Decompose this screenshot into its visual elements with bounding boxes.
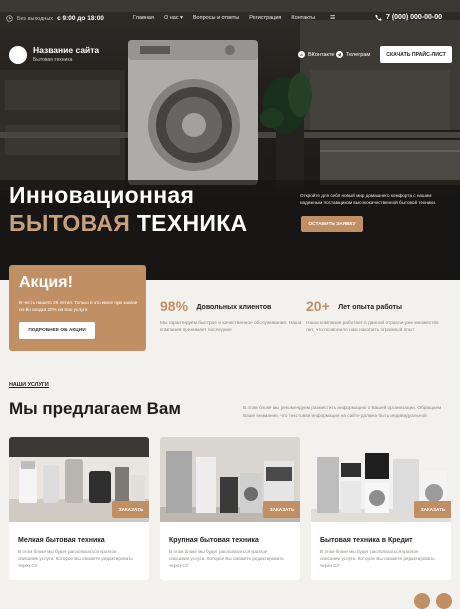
promo-title: Акция! xyxy=(19,274,73,291)
hours-value: с 9:00 до 18:00 xyxy=(57,15,104,22)
service-card-small-appliances[interactable]: ЗАКАЗАТЬ Мелкая бытовая техника В этом б… xyxy=(9,437,149,580)
top-bar: Без выходных с 9:00 до 18:00 Главная О н… xyxy=(0,0,460,40)
social-link-vk[interactable]: vk ВКонтакте xyxy=(298,51,334,58)
hours-label: Без выходных xyxy=(17,15,54,22)
service-card-text: В этом блоке мы будет располагаться крат… xyxy=(18,549,133,568)
main-nav: Главная О нас ▾ Вопросы и ответы Регистр… xyxy=(133,15,315,21)
services-title: Мы предлагаем Вам xyxy=(9,399,181,418)
menu-icon[interactable]: ≡ xyxy=(330,12,340,22)
order-button[interactable]: ЗАКАЗАТЬ xyxy=(112,501,149,518)
site-name[interactable]: Название сайта xyxy=(33,45,99,55)
nav-item-home[interactable]: Главная xyxy=(133,15,154,21)
request-button[interactable]: ОСТАВИТЬ ЗАЯВКУ xyxy=(301,216,363,232)
hero-title-accent: БЫТОВАЯ xyxy=(9,210,131,236)
service-card-text: В этом блоке мы будет располагаться крат… xyxy=(169,549,284,568)
phone-number[interactable]: 7 (000) 000-00-00 xyxy=(375,14,442,21)
hero-title-line1: Инновационная xyxy=(9,182,195,208)
service-card-title: Крупная бытовая техника xyxy=(169,537,259,544)
scroll-button-prev[interactable] xyxy=(414,593,430,609)
nav-item-contacts[interactable]: Контакты xyxy=(291,15,315,21)
services-link[interactable]: НАШИ УСЛУГИ xyxy=(9,382,49,388)
order-button[interactable]: ЗАКАЗАТЬ xyxy=(414,501,451,518)
stat-number: 98% xyxy=(160,298,189,314)
site-logo[interactable] xyxy=(9,46,27,64)
hero-title-line2: БЫТОВАЯ ТЕХНИКА xyxy=(9,210,247,237)
working-hours: Без выходных с 9:00 до 18:00 xyxy=(6,15,104,22)
service-card-text: В этом блоке мы будет располагаться крат… xyxy=(320,549,435,568)
scroll-button-next[interactable] xyxy=(436,593,452,609)
service-card-title: Мелкая бытовая техника xyxy=(18,537,105,544)
stat-label: Довольных клиентов xyxy=(196,304,272,311)
stat-text: Наша компания работает в данной отрасли … xyxy=(306,321,439,334)
service-card-large-appliances[interactable]: ЗАКАЗАТЬ Крупная бытовая техника В этом … xyxy=(160,437,300,580)
telegram-icon xyxy=(336,51,343,58)
site-subtitle: Бытовая техника xyxy=(33,57,73,63)
hero-section: Без выходных с 9:00 до 18:00 Главная О н… xyxy=(0,0,460,280)
promo-details-button[interactable]: ПОДРОБНЕЕ ОБ АКЦИИ xyxy=(19,322,95,339)
phone-icon xyxy=(375,14,382,21)
download-price-button[interactable]: СКАЧАТЬ ПРАЙС-ЛИСТ xyxy=(380,46,452,63)
hero-description: Откройте для себя новый мир домашнего ко… xyxy=(300,193,437,205)
services-description: В этом блоке мы рекомендуем разместить и… xyxy=(243,405,442,418)
svg-text:vk: vk xyxy=(300,53,304,57)
social-link-telegram[interactable]: Телеграм xyxy=(336,51,370,58)
promo-text: В честь нашего 25 летия. Только в это ию… xyxy=(19,300,138,313)
hero-title-rest: ТЕХНИКА xyxy=(136,210,248,236)
hero-background-image xyxy=(0,0,460,280)
stat-number: 20+ xyxy=(306,298,330,314)
stat-clients: 98% Довольных клиентов Мы гарантируем бы… xyxy=(160,298,302,335)
vk-icon: vk xyxy=(298,51,305,58)
service-card-credit[interactable]: ЗАКАЗАТЬ Бытовая техника в Кредит В этом… xyxy=(311,437,451,580)
stat-text: Мы гарантируем быстрое и качественное об… xyxy=(160,321,302,334)
clock-icon xyxy=(6,15,13,22)
nav-item-register[interactable]: Регистрация xyxy=(249,15,281,21)
stat-label: Лет опыта работы xyxy=(338,304,403,311)
order-button[interactable]: ЗАКАЗАТЬ xyxy=(263,501,300,518)
stat-experience: 20+ Лет опыта работы Наша компания работ… xyxy=(306,298,448,335)
service-card-title: Бытовая техника в Кредит xyxy=(320,537,413,544)
nav-item-faq[interactable]: Вопросы и ответы xyxy=(193,15,239,21)
nav-item-about[interactable]: О нас ▾ xyxy=(164,15,183,21)
promo-card: Акция! В честь нашего 25 летия. Только в… xyxy=(9,265,146,351)
